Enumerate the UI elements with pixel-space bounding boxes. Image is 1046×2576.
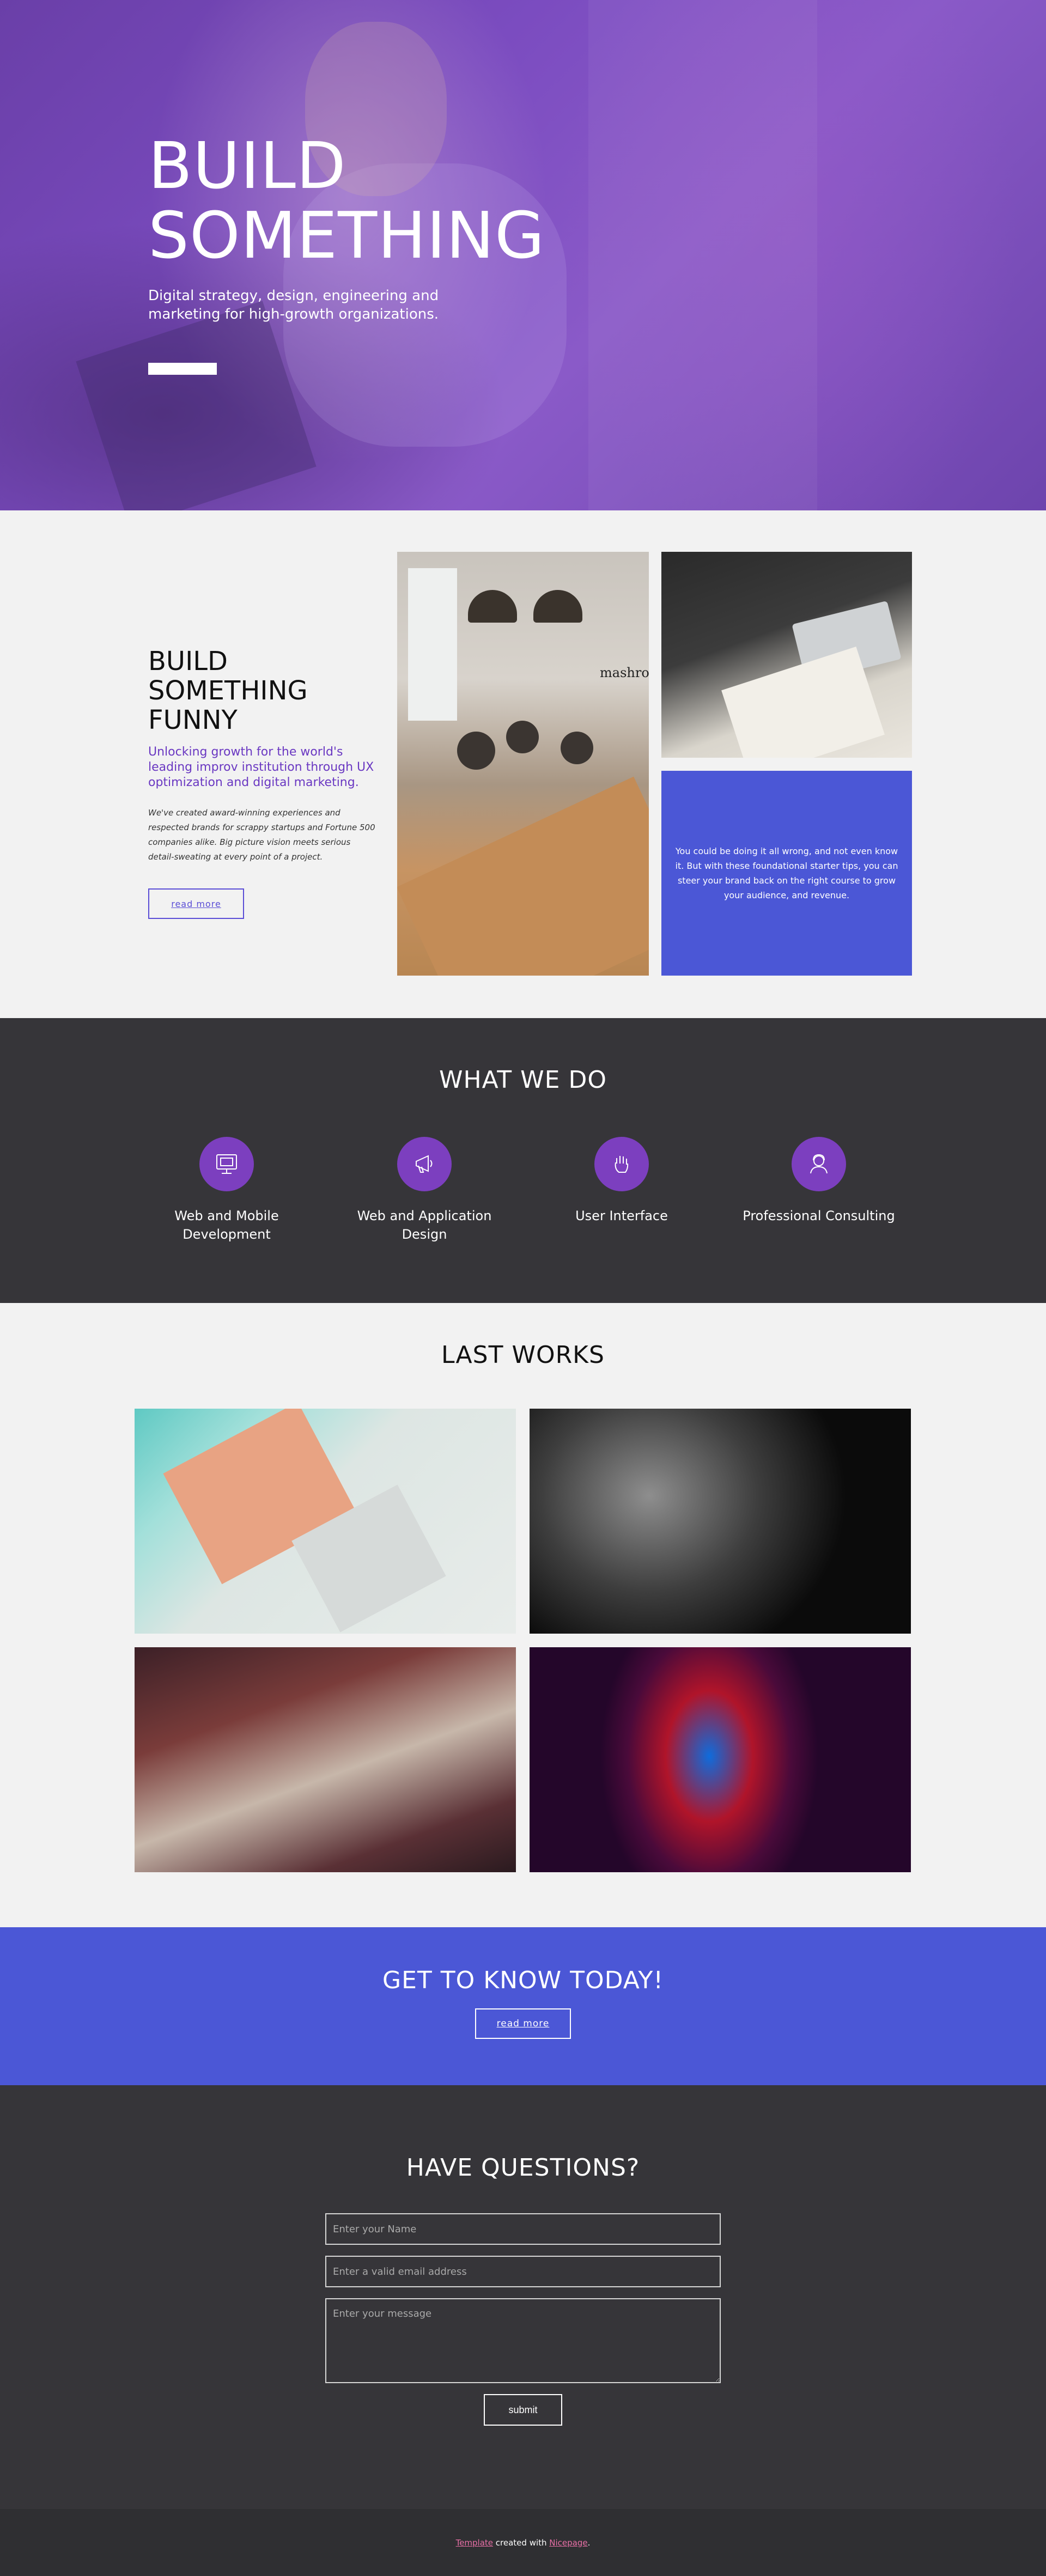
read-more-button[interactable]: read more xyxy=(148,888,244,919)
read-more-button[interactable]: read more xyxy=(475,2008,571,2039)
service-item[interactable]: Professional Consulting xyxy=(737,1137,901,1225)
hero-background-shape xyxy=(588,0,817,510)
hero-button[interactable] xyxy=(148,363,217,375)
name-field[interactable] xyxy=(325,2213,721,2245)
consultant-icon xyxy=(792,1137,846,1191)
funny-section: BUILD SOMETHING FUNNY Unlocking growth f… xyxy=(0,510,1046,1018)
contact-form: submit xyxy=(325,2213,721,2426)
message-field[interactable] xyxy=(325,2298,721,2383)
image-detail xyxy=(561,732,593,764)
section-title: GET TO KNOW TODAY! xyxy=(382,1966,664,1994)
image-detail xyxy=(468,590,517,623)
image-detail xyxy=(533,590,582,623)
hero-title-line1: BUILD xyxy=(148,128,346,203)
funny-text-block: BUILD SOMETHING FUNNY Unlocking growth f… xyxy=(148,647,377,919)
funny-lead: Unlocking growth for the world's leading… xyxy=(148,745,374,789)
info-card-text: You could be doing it all wrong, and not… xyxy=(675,846,898,900)
footer: Template created with Nicepage. xyxy=(0,2509,1046,2576)
funny-body: We've created award-winning experiences … xyxy=(148,808,375,862)
image-detail xyxy=(397,776,649,976)
service-label: Web and Application Design xyxy=(357,1208,492,1242)
service-item[interactable]: User Interface xyxy=(540,1137,703,1225)
hand-icon xyxy=(594,1137,649,1191)
cafe-team-image: mashro xyxy=(397,552,649,976)
work-image-city-lights[interactable] xyxy=(135,1647,516,1872)
megaphone-icon xyxy=(397,1137,452,1191)
footer-text: Template created with Nicepage. xyxy=(456,2538,591,2548)
monitor-icon xyxy=(199,1137,254,1191)
work-image-person-bw[interactable] xyxy=(530,1409,911,1634)
email-field[interactable] xyxy=(325,2256,721,2287)
what-we-do-section: WHAT WE DO Web and Mobile Development We… xyxy=(0,1018,1046,1303)
hero-title-line2: SOMETHING xyxy=(148,198,545,273)
image-detail xyxy=(457,732,495,770)
service-item[interactable]: Web and Mobile Development xyxy=(145,1137,308,1244)
get-to-know-section: GET TO KNOW TODAY! read more xyxy=(0,1927,1046,2085)
desk-work-image xyxy=(661,552,912,758)
submit-button[interactable]: submit xyxy=(484,2394,562,2426)
contact-section: HAVE QUESTIONS? submit xyxy=(0,2085,1046,2509)
nicepage-link[interactable]: Nicepage xyxy=(549,2538,587,2548)
cafe-sign-text: mashro xyxy=(600,665,649,680)
service-label: User Interface xyxy=(575,1208,668,1223)
service-item[interactable]: Web and Application Design xyxy=(343,1137,506,1244)
image-detail xyxy=(506,721,539,753)
last-works-section: LAST WORKS xyxy=(0,1303,1046,1927)
work-image-envelopes[interactable] xyxy=(135,1409,516,1634)
footer-middle-text: created with xyxy=(493,2537,550,2548)
funny-title: BUILD SOMETHING FUNNY xyxy=(148,646,308,735)
image-detail xyxy=(721,646,885,758)
info-card: You could be doing it all wrong, and not… xyxy=(661,771,912,976)
hero-section: BUILD SOMETHING Digital strategy, design… xyxy=(0,0,1046,510)
hero-title: BUILD SOMETHING xyxy=(148,128,544,270)
image-detail xyxy=(408,568,457,721)
section-title: LAST WORKS xyxy=(441,1341,605,1369)
hero-content: BUILD SOMETHING Digital strategy, design… xyxy=(148,128,544,375)
service-label: Professional Consulting xyxy=(743,1208,895,1223)
service-label: Web and Mobile Development xyxy=(174,1208,279,1242)
hero-subtitle: Digital strategy, design, engineering an… xyxy=(148,288,439,322)
footer-end-text: . xyxy=(587,2537,591,2548)
section-title: HAVE QUESTIONS? xyxy=(406,2154,640,2182)
section-title: WHAT WE DO xyxy=(439,1066,607,1094)
work-image-neon-figure[interactable] xyxy=(530,1647,911,1872)
template-link[interactable]: Template xyxy=(456,2538,493,2548)
